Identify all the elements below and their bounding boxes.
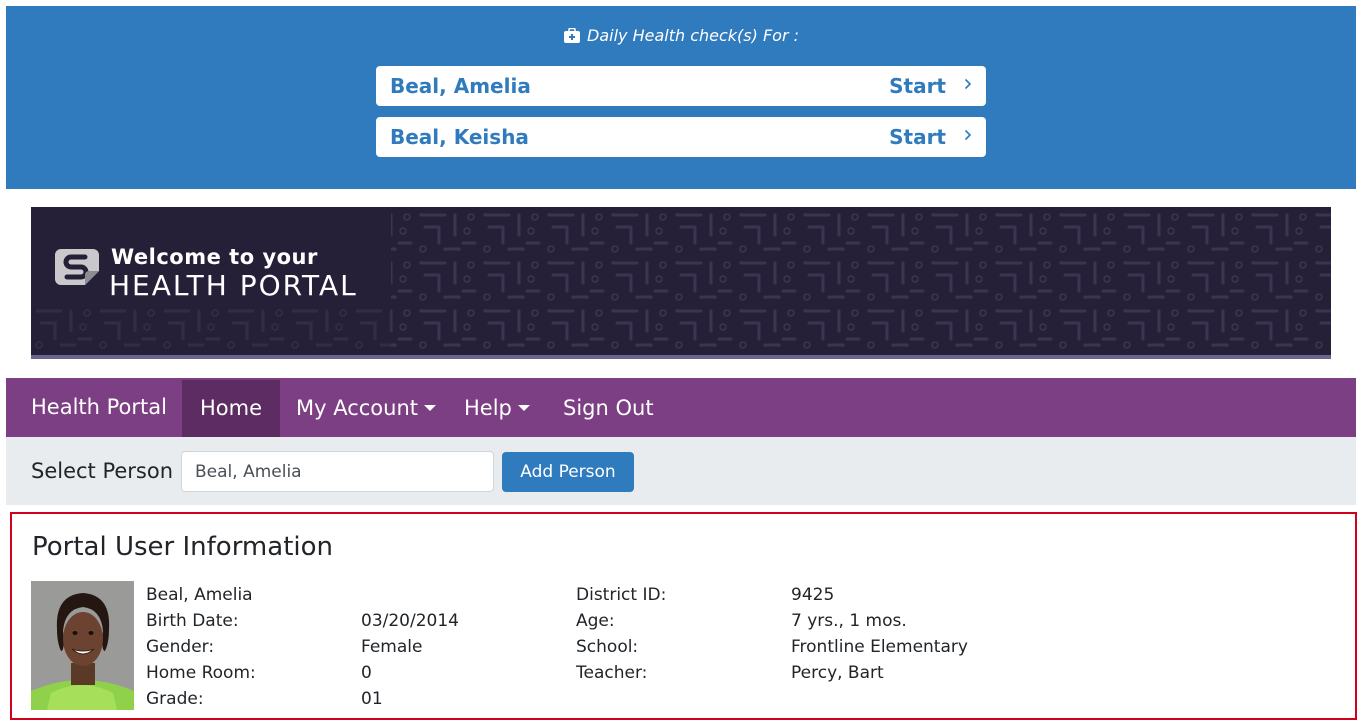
age-value: 7 yrs., 1 mos. <box>791 611 907 631</box>
health-check-person-name: Beal, Amelia <box>390 74 531 98</box>
home-room-value: 0 <box>361 663 372 683</box>
birth-date-value: 03/20/2014 <box>361 611 459 631</box>
health-check-start-link[interactable]: Start <box>889 66 946 106</box>
nav-my-account-label: My Account <box>296 396 419 420</box>
student-photo <box>31 581 134 710</box>
nav-sign-out-label: Sign Out <box>563 396 654 420</box>
hero-portal-text: HEALTH PORTAL <box>109 269 358 302</box>
main-navbar: Health Portal Home My Account Help Sign … <box>6 378 1356 437</box>
add-person-button[interactable]: Add Person <box>502 452 634 492</box>
nav-home[interactable]: Home <box>182 380 281 437</box>
gender-label: Gender: <box>146 637 215 657</box>
medical-kit-icon <box>564 27 580 43</box>
health-check-person-name: Beal, Keisha <box>390 125 529 149</box>
nav-my-account[interactable]: My Account <box>278 380 454 437</box>
welcome-hero-banner: Welcome to your HEALTH PORTAL <box>31 207 1331 359</box>
health-check-banner: Daily Health check(s) For : Beal, Amelia… <box>6 6 1356 189</box>
health-check-row-keisha[interactable]: Beal, Keisha Start <box>376 117 986 157</box>
nav-help-label: Help <box>464 396 512 420</box>
school-value: Frontline Elementary <box>791 637 968 657</box>
hero-welcome-text: Welcome to your <box>111 245 318 269</box>
teacher-label: Teacher: <box>576 663 648 683</box>
district-id-value: 9425 <box>791 585 835 605</box>
user-full-name: Beal, Amelia <box>146 585 253 605</box>
health-check-title-text: Daily Health check(s) For : <box>587 26 799 45</box>
home-room-label: Home Room: <box>146 663 256 683</box>
grade-value: 01 <box>361 689 383 709</box>
district-id-label: District ID: <box>576 585 667 605</box>
portal-user-info-title: Portal User Information <box>32 532 333 562</box>
health-check-row-amelia[interactable]: Beal, Amelia Start <box>376 66 986 106</box>
nav-sign-out[interactable]: Sign Out <box>545 380 672 437</box>
school-label: School: <box>576 637 639 657</box>
health-check-title: Daily Health check(s) For : <box>6 26 1356 46</box>
chevron-right-icon <box>964 78 972 90</box>
select-person-label: Select Person <box>31 459 174 483</box>
nav-help[interactable]: Help <box>446 380 548 437</box>
health-check-start-link[interactable]: Start <box>889 117 946 157</box>
portal-user-info-panel: Portal User Information Beal, Amelia Bir… <box>10 512 1357 720</box>
select-person-input[interactable] <box>181 451 494 492</box>
chevron-right-icon <box>964 129 972 141</box>
grade-label: Grade: <box>146 689 204 709</box>
age-label: Age: <box>576 611 615 631</box>
teacher-value: Percy, Bart <box>791 663 884 683</box>
caret-down-icon <box>424 405 437 411</box>
birth-date-label: Birth Date: <box>146 611 239 631</box>
nav-home-label: Home <box>200 396 263 420</box>
gender-value: Female <box>361 637 423 657</box>
caret-down-icon <box>517 405 530 411</box>
frontline-logo-icon <box>55 249 99 285</box>
select-person-bar: Select Person Add Person <box>6 437 1356 505</box>
nav-brand[interactable]: Health Portal <box>31 378 167 437</box>
